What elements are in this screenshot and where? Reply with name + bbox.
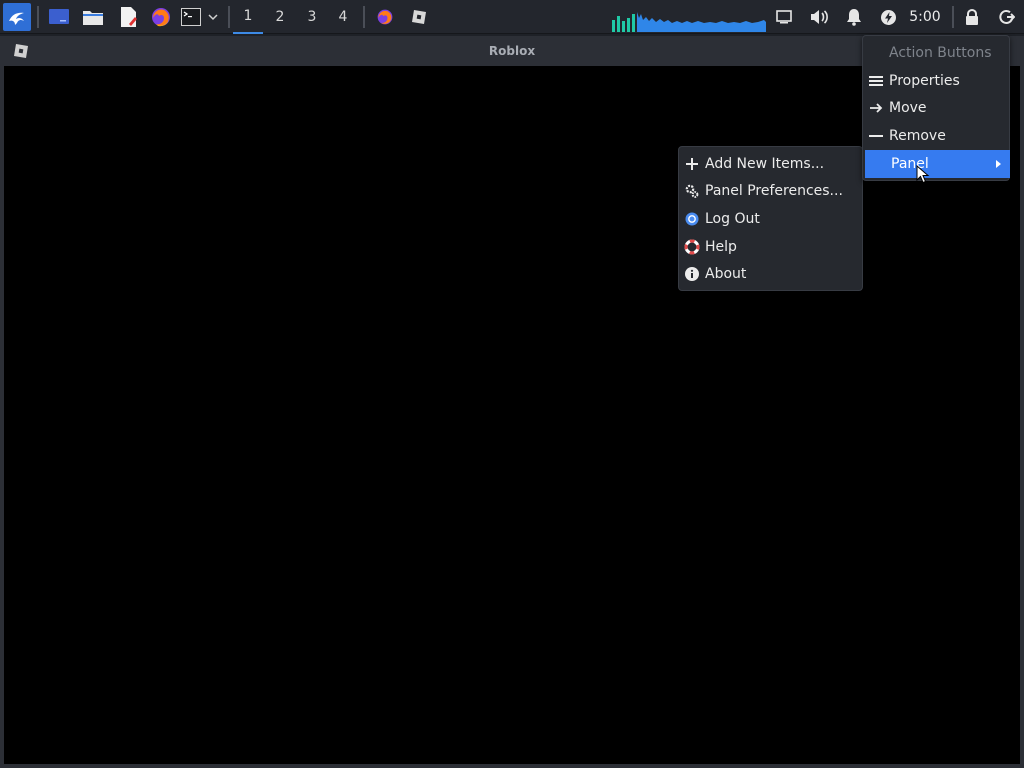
- power-manager-button[interactable]: [876, 3, 900, 31]
- desktop-icon: [49, 9, 69, 24]
- menu-item-about[interactable]: About: [679, 260, 862, 288]
- menu-item-add-new-items[interactable]: Add New Items...: [679, 150, 862, 178]
- clock[interactable]: 5:00: [906, 0, 944, 34]
- terminal-icon: [181, 8, 201, 26]
- list-icon: [869, 76, 883, 86]
- mouse-cursor-icon: [916, 165, 930, 184]
- arrow-right-icon: [870, 103, 883, 113]
- info-icon: [685, 267, 699, 281]
- lifebuoy-icon: [684, 239, 700, 255]
- menu-item-label: Log Out: [705, 211, 760, 227]
- terminal-launcher-dropdown[interactable]: [205, 3, 221, 31]
- menu-item-label: Properties: [889, 73, 960, 89]
- workspace-1[interactable]: 1: [233, 0, 263, 34]
- volume-icon: [811, 10, 828, 24]
- lock-icon: [966, 8, 978, 25]
- logout-button[interactable]: [995, 3, 1019, 31]
- notifications-button[interactable]: [842, 3, 866, 31]
- logout-icon: [999, 9, 1015, 24]
- text-editor-icon: [121, 7, 137, 27]
- submenu-arrow-icon: [996, 160, 1001, 168]
- workspace-2[interactable]: 2: [265, 0, 295, 34]
- text-editor-launcher[interactable]: [115, 3, 141, 31]
- terminal-launcher[interactable]: [180, 3, 202, 31]
- show-desktop-button[interactable]: [46, 3, 72, 31]
- menu-item-label: Remove: [889, 128, 946, 144]
- volume-button[interactable]: [806, 3, 832, 31]
- taskbar-roblox-window[interactable]: [407, 3, 431, 31]
- panel-separator: [228, 6, 230, 28]
- applications-menu-button[interactable]: [3, 3, 31, 31]
- minus-icon: [869, 135, 883, 137]
- lock-screen-button[interactable]: [960, 3, 984, 31]
- taskbar-firefox-window[interactable]: [373, 3, 397, 31]
- panel-submenu: Add New Items... Panel Preferences... Lo…: [678, 146, 863, 291]
- menu-item-label: Panel Preferences...: [705, 183, 843, 199]
- roblox-icon: [412, 10, 426, 24]
- workspace-3[interactable]: 3: [297, 0, 327, 34]
- panel-separator: [363, 6, 365, 28]
- logout-icon: [685, 212, 699, 226]
- menu-item-move[interactable]: Move: [863, 94, 1009, 122]
- bell-icon: [847, 9, 861, 26]
- folder-icon: [83, 11, 103, 25]
- menu-item-help[interactable]: Help: [679, 233, 862, 261]
- cpu-graph: [612, 12, 766, 32]
- panel-separator: [37, 6, 39, 28]
- firefox-icon: [377, 9, 393, 25]
- gears-icon: [685, 184, 699, 198]
- panel-context-menu: Action Buttons Properties Move Remove Pa…: [862, 35, 1010, 181]
- menu-item-label: Add New Items...: [705, 156, 825, 172]
- menu-item-properties[interactable]: Properties: [863, 67, 1009, 95]
- kali-dragon-icon: [9, 12, 24, 25]
- firefox-launcher[interactable]: [148, 3, 174, 31]
- file-manager-launcher[interactable]: [80, 3, 106, 31]
- menu-item-label: Help: [705, 239, 737, 255]
- menu-item-panel[interactable]: Panel: [865, 150, 1010, 178]
- menu-item-panel-preferences[interactable]: Panel Preferences...: [679, 177, 862, 205]
- workspace-4[interactable]: 4: [328, 0, 358, 34]
- top-panel: 1 2 3 4 5:00: [0, 0, 1024, 34]
- firefox-icon: [152, 8, 170, 27]
- menu-item-log-out[interactable]: Log Out: [679, 205, 862, 233]
- menu-header: Action Buttons: [889, 45, 992, 61]
- monitor-icon: [776, 10, 792, 24]
- power-lightning-icon: [880, 9, 896, 25]
- menu-item-label: Move: [889, 100, 927, 116]
- menu-item-label: About: [705, 266, 747, 282]
- menu-item-remove[interactable]: Remove: [863, 122, 1009, 150]
- panel-separator: [952, 6, 954, 28]
- plus-icon: [686, 158, 698, 170]
- cpu-graph-widget[interactable]: [612, 4, 766, 32]
- chevron-down-icon: [208, 14, 218, 21]
- display-settings-button[interactable]: [772, 3, 796, 31]
